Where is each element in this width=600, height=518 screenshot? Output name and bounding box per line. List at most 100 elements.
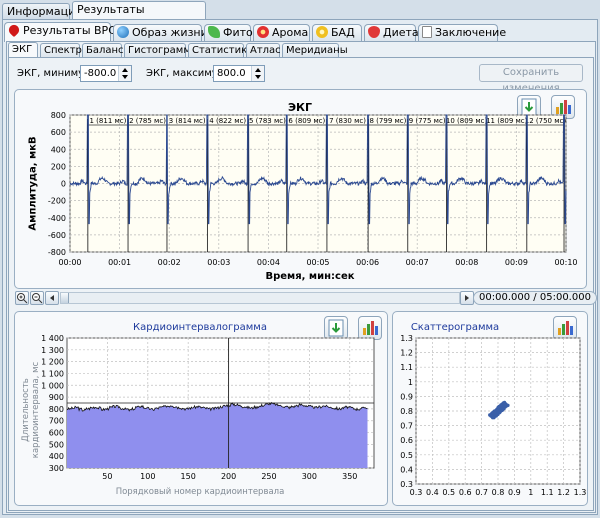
tab-ecg[interactable]: ЭКГ — [8, 42, 38, 58]
tab-information[interactable]: Информация — [2, 3, 82, 20]
ecg-y-tick: 800 — [51, 111, 66, 120]
tab-supplements[interactable]: БАД — [312, 24, 362, 42]
flower-icon — [257, 26, 269, 38]
strawberry-icon — [368, 26, 380, 38]
cardio-y-tick: 1 200 — [41, 358, 64, 367]
tab-lifestyle-label: Образ жизни — [132, 26, 208, 39]
ecg-interval-label: 4 (822 мс) — [209, 117, 246, 125]
tab-conclusion[interactable]: Заключение — [418, 24, 506, 42]
cardio-x-tick: 250 — [261, 472, 276, 481]
ecg-max-value: 800.0 — [217, 68, 246, 79]
ecg-x-tick: 00:06 — [356, 258, 379, 267]
tab-meridians[interactable]: Меридианы — [282, 43, 348, 58]
zoom-out-button[interactable] — [30, 291, 44, 305]
scatter-x-tick: 1 — [528, 488, 533, 497]
ecg-min-input[interactable]: -800.0 — [80, 65, 132, 82]
ecg-interval-label: 1 (811 мс) — [90, 117, 127, 125]
tab-balance[interactable]: Баланс — [82, 43, 124, 58]
ecg-interval-label: 6 (809 мс) — [288, 117, 325, 125]
cardio-x-tick: 50 — [102, 472, 112, 481]
scatter-point — [491, 415, 495, 419]
tab-diet-label: Диета — [383, 26, 419, 39]
analysis-tab-bar: ЭКГ Спектр Баланс Гистограмма Статистика… — [8, 42, 588, 58]
ecg-max-input[interactable]: 800.0 — [213, 65, 265, 82]
ecg-interval-label: 3 (814 мс) — [169, 117, 206, 125]
cardio-y-tick: 300 — [49, 464, 64, 473]
tab-results[interactable]: Результаты обследования — [72, 1, 206, 31]
ecg-x-tick: 00:07 — [406, 258, 429, 267]
cardio-y-tick: 1 400 — [41, 334, 64, 343]
tab-histogram[interactable]: Гистограмма — [124, 43, 197, 58]
scroll-left-button[interactable] — [45, 291, 59, 305]
cardio-y-tick: 500 — [49, 440, 64, 449]
tab-diet[interactable]: Диета — [364, 24, 419, 42]
cardio-x-tick: 200 — [221, 472, 236, 481]
ecg-interval-label: 11 (809 мс) — [486, 117, 528, 125]
tab-supplements-label: БАД — [331, 26, 355, 39]
scatter-x-tick: 0.3 — [410, 488, 423, 497]
scatter-x-tick: 0.4 — [426, 488, 439, 497]
scatter-point — [503, 402, 507, 406]
scatter-x-tick: 0.9 — [508, 488, 521, 497]
tab-lifestyle[interactable]: Образ жизни — [113, 24, 208, 42]
section-tab-bar: Результаты ВРС Образ жизни Фито Арома БА… — [4, 22, 596, 42]
ecg-max-spinner[interactable] — [251, 66, 264, 81]
scatter-x-tick: 0.6 — [459, 488, 472, 497]
tab-atlas[interactable]: Атлас — [246, 43, 281, 58]
ecg-interval-label: 2 (785 мс) — [129, 117, 166, 125]
ecg-interval-label: 7 (830 мс) — [329, 117, 366, 125]
scatter-point — [493, 411, 497, 415]
ecg-x-tick: 00:02 — [158, 258, 181, 267]
cardio-chart: 1 400 1 300 1 200 1 100 1 000 900 800 700 600 500… — [41, 334, 375, 481]
zoom-out-icon — [32, 293, 43, 304]
cardio-x-tick: 300 — [302, 472, 317, 481]
scatter-point — [501, 407, 505, 411]
ecg-y-tick: 200 — [51, 162, 66, 171]
tab-hrv-results[interactable]: Результаты ВРС — [4, 22, 116, 42]
tab-statistics[interactable]: Статистика — [188, 43, 253, 58]
cardio-y-tick: 1 000 — [41, 381, 64, 390]
scatter-x-tick: 0.5 — [442, 488, 455, 497]
cardio-x-tick: 100 — [140, 472, 155, 481]
ecg-y-tick: -400 — [48, 214, 66, 223]
ecg-interval-label: 10 (809 мс) — [446, 117, 488, 125]
ecg-scrollbar-thumb[interactable] — [61, 293, 69, 303]
scatter-x-tick: 1.2 — [557, 488, 570, 497]
scroll-right-button[interactable] — [460, 291, 474, 305]
ecg-x-tick: 00:10 — [554, 258, 577, 267]
cardio-y-tick: 900 — [49, 393, 64, 402]
ecg-interval-label: 5 (783 мс) — [249, 117, 286, 125]
ecg-min-spinner[interactable] — [118, 66, 131, 81]
pill-icon — [316, 26, 328, 38]
scatter-chart: 1.31.21.110.90.80.70.60.50.40.30.3 0.4 0.5… — [400, 334, 586, 497]
ecg-y-tick: -600 — [48, 231, 66, 240]
tab-spectrum[interactable]: Спектр — [40, 43, 82, 58]
ecg-y-tick: -200 — [48, 197, 66, 206]
cardio-y-tick: 800 — [49, 405, 64, 414]
zoom-in-button[interactable] — [15, 291, 29, 305]
cardio-y-tick: 400 — [49, 452, 64, 461]
heart-icon — [6, 22, 22, 38]
save-changes-button[interactable]: Сохранить изменения — [479, 64, 583, 94]
tab-conclusion-label: Заключение — [435, 26, 507, 39]
ecg-interval-label: 12 (750 мс) — [525, 117, 567, 125]
ecg-y-tick: 600 — [51, 128, 66, 137]
ecg-scrollbar-track[interactable] — [60, 292, 460, 304]
leaf-icon — [208, 26, 220, 38]
ecg-x-tick: 00:04 — [257, 258, 280, 267]
ecg-x-tick: 00:03 — [207, 258, 230, 267]
ecg-x-tick: 00:09 — [505, 258, 528, 267]
scatter-y-tick: 1.3 — [400, 334, 413, 343]
scatter-y-tick: 0.8 — [400, 407, 413, 416]
scatter-y-tick: 1.2 — [400, 349, 413, 358]
ecg-x-tick: 00:08 — [455, 258, 478, 267]
tab-phyto[interactable]: Фито — [204, 24, 253, 42]
scatter-y-tick: 1.1 — [400, 363, 413, 372]
tab-hrv-results-label: Результаты ВРС — [23, 24, 116, 37]
cardio-x-tick: 150 — [181, 472, 196, 481]
scatter-y-tick: 0.7 — [400, 422, 413, 431]
tab-aroma[interactable]: Арома — [253, 24, 310, 42]
arrow-right-icon — [465, 295, 469, 301]
cardio-y-tick: 600 — [49, 429, 64, 438]
tab-aroma-label: Арома — [272, 26, 309, 39]
